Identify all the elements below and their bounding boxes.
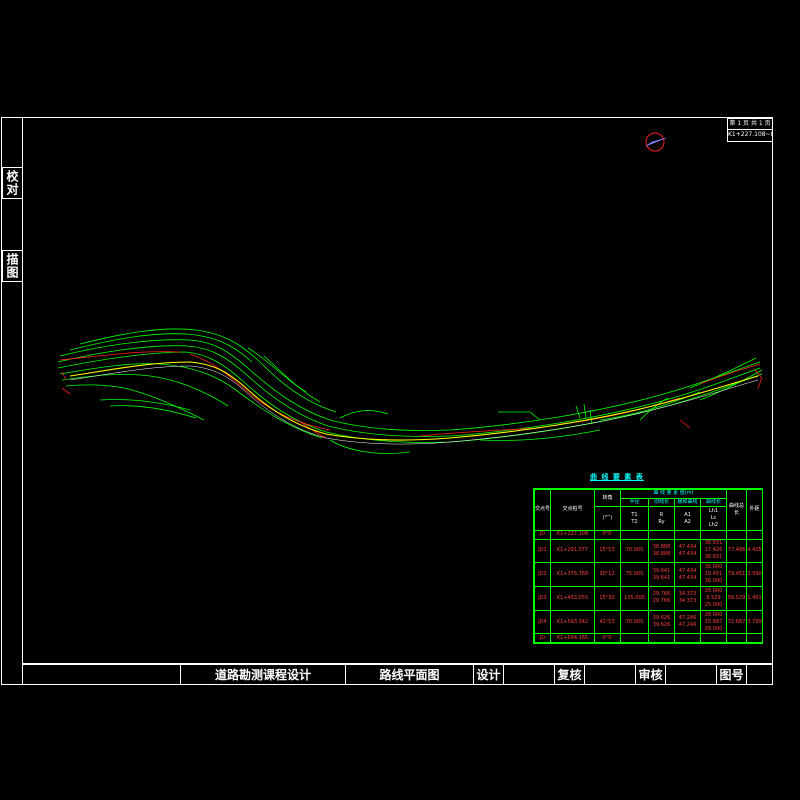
header-a: A1 A2 bbox=[674, 506, 701, 531]
north-arrow-icon bbox=[645, 132, 667, 152]
cell-jd: JD4 bbox=[534, 609, 551, 635]
header-t: T1 T2 bbox=[620, 506, 649, 531]
cell-ls bbox=[674, 529, 701, 540]
cell-lh bbox=[699, 633, 728, 643]
cell-ls bbox=[674, 633, 701, 643]
curve-table: 交点号 交点桩号 转角 曲 线 要 素 值(m) 曲线总长 外距 半径 切线长 … bbox=[534, 488, 764, 643]
road-centerline bbox=[69, 361, 759, 441]
cell-ls: 47.246 47.246 bbox=[674, 609, 701, 635]
curve-table-title: 曲 线 要 素 表 bbox=[590, 473, 644, 481]
header-group: 曲 线 要 素 值(m) bbox=[619, 489, 728, 499]
table-row: JD3 K1+453.055 15°30′ 135.000 29.766 29.766 34… bbox=[534, 585, 764, 611]
cell-ls: 34.373 34.373 bbox=[674, 585, 701, 611]
cell-r: 75.000 bbox=[620, 562, 649, 587]
project-name: 道路勘测课程设计 bbox=[180, 664, 345, 684]
header-angle: 转角 bbox=[594, 488, 621, 508]
table-row: JD1 K1+291.077 15°53′ 70.000 38.888 38.888 47.… bbox=[534, 538, 764, 564]
header-tangent: 切线长 bbox=[648, 497, 675, 508]
review-value bbox=[665, 664, 716, 684]
title-blank bbox=[23, 664, 180, 684]
cell-t bbox=[648, 529, 675, 540]
cell-l: 79.451 bbox=[726, 562, 748, 587]
curve-elements-table: 交点号 交点桩号 转角 曲 线 要 素 值(m) 曲线总长 外距 半径 切线长 … bbox=[533, 488, 764, 644]
header-external: 外距 bbox=[746, 489, 764, 531]
table-row: JD2 K1+376.768 30°12′ 75.000 39.641 39.641 47.… bbox=[534, 562, 764, 587]
table-header-row: 交点号 交点桩号 转角 曲 线 要 素 值(m) 曲线总长 外距 bbox=[534, 488, 764, 531]
cell-t: 39.641 39.641 bbox=[648, 562, 675, 587]
design-value bbox=[503, 664, 554, 684]
cell-e bbox=[746, 633, 764, 643]
cell-r: 70.000 bbox=[620, 609, 649, 635]
cell-lh: 25.000 8.529 25.000 bbox=[699, 585, 728, 611]
cell-angle: 15°30′ bbox=[594, 585, 621, 611]
cell-angle: 41°53′ bbox=[594, 609, 621, 635]
cell-stake: K1+376.768 bbox=[550, 562, 595, 587]
header-lh: Lh1 Lc Lh2 bbox=[699, 506, 728, 531]
cell-l: 58.529 bbox=[726, 585, 748, 611]
cell-t bbox=[648, 633, 675, 643]
contour-lines bbox=[57, 328, 763, 454]
title-bar: 道路勘测课程设计 路线平面图 设计 复核 审核 图号 bbox=[22, 663, 773, 685]
cell-jd: JD1 bbox=[534, 538, 551, 564]
cell-jd: JD bbox=[534, 529, 551, 540]
drawing-no-value bbox=[746, 664, 772, 684]
cell-l bbox=[726, 633, 748, 643]
cell-r bbox=[620, 529, 649, 540]
cell-t: 38.888 38.888 bbox=[648, 538, 675, 564]
header-curve: 曲线长 bbox=[699, 497, 728, 508]
cell-r: 70.000 bbox=[620, 538, 649, 564]
cell-jd: JD bbox=[534, 633, 551, 643]
header-jd: 交点号 bbox=[534, 489, 551, 531]
header-total-length: 曲线总长 bbox=[726, 489, 748, 531]
check-label: 复核 bbox=[554, 664, 584, 684]
cell-angle: 0°0′ bbox=[594, 529, 621, 540]
cell-angle: 15°53′ bbox=[594, 538, 621, 564]
cell-lh: 30.000 19.451 30.000 bbox=[699, 562, 728, 587]
cell-t: 39.626 39.626 bbox=[648, 609, 675, 635]
drawing-no-label: 图号 bbox=[716, 664, 746, 684]
cell-lh bbox=[699, 529, 728, 540]
cell-r bbox=[620, 633, 649, 643]
cell-e: 4.425 bbox=[746, 538, 764, 564]
check-value bbox=[584, 664, 635, 684]
table-row: JD K1+227.108 0°0′ bbox=[534, 529, 764, 540]
cell-angle: 30°12′ bbox=[594, 562, 621, 587]
cell-ls: 47.434 47.434 bbox=[674, 562, 701, 587]
cell-r: 135.000 bbox=[620, 585, 649, 611]
cell-e: 1.451 bbox=[746, 585, 764, 611]
table-row: JD K1+694.165 0°0′ bbox=[534, 633, 764, 643]
header-stake: 交点桩号 bbox=[550, 489, 595, 531]
cell-l bbox=[726, 529, 748, 540]
table-row: JD4 K1+593.342 41°53′ 70.000 39.626 39.626 47.… bbox=[534, 609, 764, 635]
cell-e: 3.590 bbox=[746, 562, 764, 587]
cell-angle: 0°0′ bbox=[594, 633, 621, 643]
header-radius: 半径 bbox=[620, 497, 649, 508]
cell-e bbox=[746, 529, 764, 540]
cell-stake: K1+227.108 bbox=[550, 529, 595, 540]
cell-e: 3.799 bbox=[746, 609, 764, 635]
design-label: 设计 bbox=[473, 664, 503, 684]
review-label: 审核 bbox=[635, 664, 665, 684]
cell-stake: K1+593.342 bbox=[550, 609, 595, 635]
cell-stake: K1+694.165 bbox=[550, 633, 595, 643]
cell-ls: 47.434 47.434 bbox=[674, 538, 701, 564]
header-spiral: 缓和曲线 bbox=[674, 497, 701, 508]
cell-jd: JD2 bbox=[534, 562, 551, 587]
cell-l: 72.687 bbox=[726, 609, 748, 635]
cell-stake: K1+291.077 bbox=[550, 538, 595, 564]
cell-lh: 28.000 15.687 28.000 bbox=[699, 609, 728, 635]
cell-l: 77.486 bbox=[726, 538, 748, 564]
header-r: R Ry bbox=[648, 506, 675, 531]
cell-stake: K1+453.055 bbox=[550, 585, 595, 611]
cell-jd: JD3 bbox=[534, 585, 551, 611]
cell-t: 29.766 29.766 bbox=[648, 585, 675, 611]
header-angle-unit: (°′″) bbox=[594, 506, 621, 531]
drawing-name: 路线平面图 bbox=[345, 664, 473, 684]
cell-lh: 38.831 17.426 38.831 bbox=[699, 538, 728, 564]
